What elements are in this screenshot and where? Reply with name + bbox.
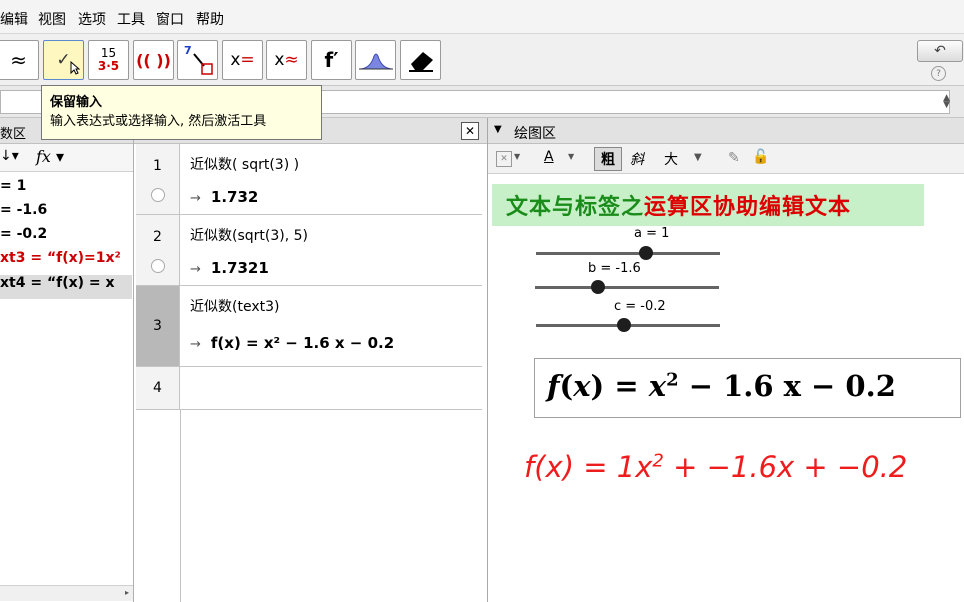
dropdown-arrow-icon[interactable]: ▼: [514, 152, 520, 161]
lock-icon[interactable]: 🔓: [752, 149, 769, 165]
slider-b-track[interactable]: [535, 286, 719, 289]
sort-icon[interactable]: ↓▾: [0, 148, 19, 164]
approx-icon: ≈: [10, 48, 27, 72]
menu-view[interactable]: 视图: [38, 9, 66, 29]
graphics-title: 绘图区: [514, 126, 556, 142]
collapse-icon[interactable]: ▼: [494, 124, 502, 135]
cas-row-number[interactable]: 4: [136, 367, 180, 410]
cas-cell-2[interactable]: 近似数(sqrt(3), 5) → 1.7321: [180, 215, 482, 286]
cas-output-2: → 1.7321: [190, 259, 269, 277]
expand-tool-button[interactable]: (( )): [133, 40, 174, 80]
radio-icon: [151, 259, 165, 273]
arrow-icon: →: [190, 191, 201, 206]
function-text[interactable]: f(x) = 1x2 + −1.6x + −0.2: [524, 450, 964, 498]
graphics-style-bar: ✕ ▼ A ▼ 粗 斜 大 ▼ ✎ 🔓: [488, 144, 964, 174]
menu-edit[interactable]: 编辑: [0, 9, 28, 29]
keep-input-tool-button[interactable]: ✓: [43, 40, 84, 80]
radio-icon: [151, 188, 165, 202]
slider-b-label: b = -1.6: [588, 261, 641, 276]
algebra-item-a[interactable]: = 1: [0, 178, 132, 202]
algebra-item-text4[interactable]: xt4 = “f(x) = x: [0, 275, 132, 299]
banner-text-part2: 运算区协助编辑文本: [644, 194, 852, 220]
derivative-icon: f′: [324, 48, 339, 72]
substitute-tool-button[interactable]: 7: [177, 40, 218, 80]
slider-a-label: a = 1: [634, 226, 670, 241]
formula-box[interactable]: f(x) = x2 − 1.6 x − 0.2: [534, 358, 961, 418]
algebra-item-c[interactable]: = -0.2: [0, 226, 132, 250]
font-size-button[interactable]: 大: [664, 149, 678, 169]
bold-button[interactable]: 粗: [594, 147, 622, 171]
menu-options[interactable]: 选项: [78, 9, 106, 29]
cas-divider: [180, 410, 181, 602]
parentheses-icon: (( )): [136, 50, 171, 70]
factor-tool-button[interactable]: 15 3·5: [88, 40, 129, 80]
factor-bottom-label: 3·5: [97, 59, 120, 73]
solve-icon: x=: [230, 50, 255, 70]
solve-tool-button[interactable]: x=: [222, 40, 263, 80]
cas-output-1: → 1.732: [190, 188, 259, 206]
algebra-style-bar: ↓▾ fx ▾: [0, 144, 133, 172]
numeric-tool-button[interactable]: ≈: [0, 40, 39, 80]
tooltip: 保留输入 输入表达式或选择输入, 然后激活工具: [41, 85, 322, 140]
nsolve-icon: x≈: [274, 50, 299, 70]
cas-cell-1[interactable]: 近似数( sqrt(3) ) → 1.732: [180, 144, 482, 215]
scroll-right-icon[interactable]: ▸: [125, 588, 129, 597]
pin-icon[interactable]: ✎: [728, 150, 740, 166]
cas-row-number[interactable]: 1: [136, 144, 180, 215]
nsolve-tool-button[interactable]: x≈: [266, 40, 307, 80]
toolbar: ≈ ✓ 15 3·5 (( )) 7 x= x≈ f′ ↶ ?: [0, 34, 964, 86]
menu-bar: 编辑 视图 选项 工具 窗口 帮助: [0, 0, 964, 34]
italic-button[interactable]: 斜: [630, 149, 644, 169]
close-icon[interactable]: ✕: [461, 122, 479, 140]
slider-a-track[interactable]: [536, 252, 720, 255]
delete-tool-button[interactable]: [400, 40, 441, 80]
undo-icon: ↶: [934, 43, 946, 59]
graphics-panel: ▼ 绘图区 ✕ ▼ A ▼ 粗 斜 大 ▼ ✎ 🔓 文本与标签之运算区协助编辑文…: [488, 118, 964, 602]
cas-input-3[interactable]: 近似数(text3): [190, 296, 279, 316]
derivative-tool-button[interactable]: f′: [311, 40, 352, 80]
slider-c-knob[interactable]: [617, 318, 632, 332]
algebra-panel: 数区 ↓▾ fx ▾ = 1 = -1.6 = -0.2 xt3 = “f(x)…: [0, 118, 134, 602]
text-color-icon[interactable]: A: [544, 149, 554, 165]
arrow-icon: →: [190, 337, 201, 352]
eraser-icon: [408, 52, 433, 72]
cas-row-number-selected[interactable]: 3: [136, 286, 180, 367]
cas-row-number[interactable]: 2: [136, 215, 180, 286]
title-banner[interactable]: 文本与标签之运算区协助编辑文本: [492, 184, 924, 226]
algebra-title: 数区: [0, 127, 27, 142]
slider-c-label: c = -0.2: [614, 299, 666, 314]
algebra-item-b[interactable]: = -1.6: [0, 202, 132, 226]
menu-tools[interactable]: 工具: [117, 9, 145, 29]
cas-cell-4[interactable]: [180, 367, 482, 410]
bell-curve-icon: [358, 53, 393, 70]
dropdown-arrow-icon[interactable]: ▼: [568, 152, 574, 161]
slider-a-knob[interactable]: [639, 246, 654, 260]
cas-input-1[interactable]: 近似数( sqrt(3) ): [190, 154, 299, 174]
algebra-scrollbar[interactable]: ▸: [0, 585, 133, 601]
cas-output-3: → f(x) = x² − 1.6 x − 0.2: [190, 334, 395, 352]
substitute-digit: 7: [184, 44, 192, 57]
graphics-header: ▼ 绘图区: [488, 118, 964, 144]
cas-panel: ✕ 1 近似数( sqrt(3) ) → 1.732 2 近似数(sqrt(3),…: [134, 118, 488, 602]
menu-window[interactable]: 窗口: [156, 9, 184, 29]
cas-input-2[interactable]: 近似数(sqrt(3), 5): [190, 225, 308, 245]
help-icon[interactable]: ?: [931, 66, 946, 81]
arrow-icon: →: [190, 262, 201, 277]
algebra-item-text3[interactable]: xt3 = “f(x)=1x²: [0, 250, 132, 274]
dropdown-arrow-icon[interactable]: ▼: [694, 152, 702, 163]
spinner-icon[interactable]: ▲ ▼: [943, 94, 950, 110]
banner-text-part1: 文本与标签之: [506, 194, 645, 220]
cas-cell-3[interactable]: 近似数(text3) → f(x) = x² − 1.6 x − 0.2: [180, 286, 482, 367]
probability-tool-button[interactable]: [355, 40, 396, 80]
background-color-icon[interactable]: ✕: [496, 151, 512, 167]
undo-button[interactable]: ↶: [917, 40, 963, 62]
cursor-icon: [70, 61, 80, 75]
slider-b-knob[interactable]: [590, 280, 605, 294]
tooltip-title: 保留输入: [50, 95, 103, 110]
menu-help[interactable]: 帮助: [196, 9, 224, 29]
fx-icon[interactable]: fx ▾: [36, 147, 64, 166]
checkmark-icon: ✓: [56, 50, 71, 70]
tooltip-text: 输入表达式或选择输入, 然后激活工具: [50, 114, 267, 129]
